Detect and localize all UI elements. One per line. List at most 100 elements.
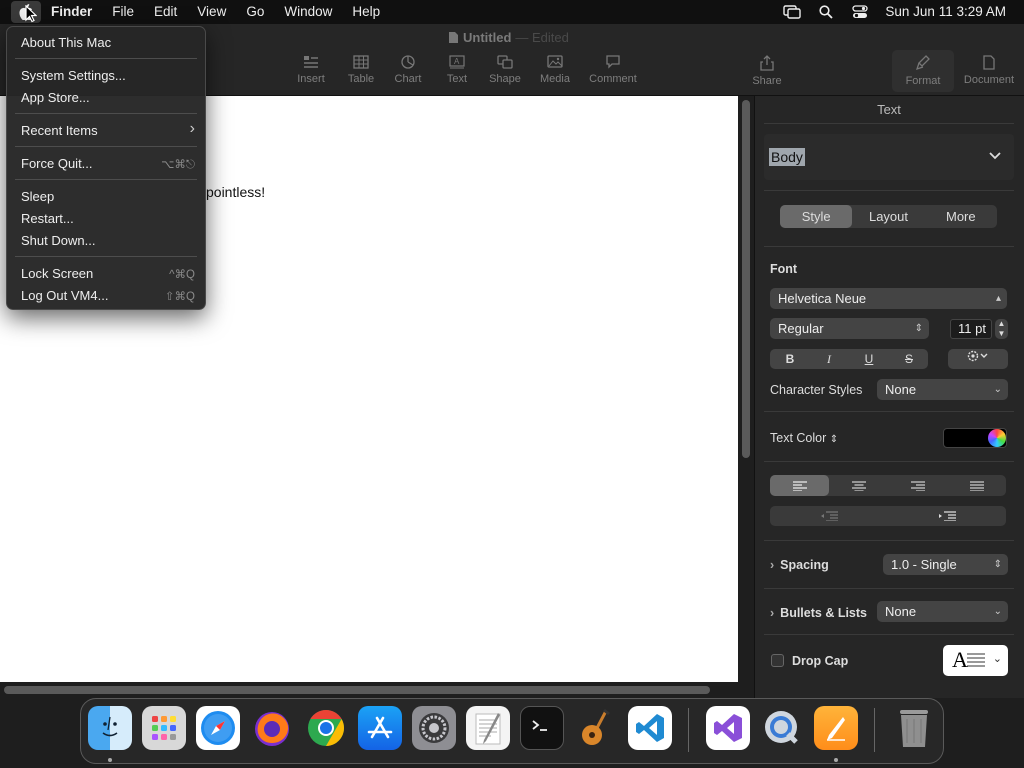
menu-edit[interactable]: Edit [144,1,187,23]
italic-button[interactable]: I [809,349,849,369]
toolbar-share-button[interactable]: Share [739,55,795,87]
menu-item-log-out[interactable]: Log Out VM4... [21,288,108,303]
increase-indent-button[interactable] [888,506,1006,526]
toolbar-format-label: Format [905,75,941,87]
tab-layout[interactable]: Layout [852,205,924,228]
drop-cap-style-popup[interactable]: A ⌄ [943,645,1008,676]
dock-launchpad-icon[interactable] [142,706,186,750]
advanced-options-button[interactable] [948,349,1008,369]
toolbar-shape-button[interactable]: Shape [477,55,533,85]
dock-garageband-icon[interactable] [574,706,618,750]
color-wheel-icon[interactable] [988,429,1006,447]
font-weight-popup[interactable]: Regular ⇕ [770,318,929,339]
justify-icon [969,480,984,491]
tab-more[interactable]: More [925,205,997,228]
dock-quicktime-icon[interactable] [760,706,804,750]
format-brush-icon [916,55,930,71]
bullets-disclosure[interactable]: › Bullets & Lists [770,606,867,620]
text-color-label-text: Text Color [770,431,827,445]
dock-vscode-icon[interactable] [628,706,672,750]
bold-button[interactable]: B [770,349,810,369]
spotlight-search-icon[interactable] [815,1,837,23]
drop-cap-checkbox[interactable] [771,654,784,667]
disclosure-arrow-icon: › [770,606,775,620]
force-quit-shortcut: ⌥⌘⎋ [161,159,195,171]
menu-item-force-quit[interactable]: Force Quit... [21,156,93,171]
inspector-title: Text [877,102,901,117]
divider [764,123,1014,124]
menu-item-lock-screen[interactable]: Lock Screen [21,266,93,281]
screen-mirroring-icon[interactable] [781,1,803,23]
spacing-disclosure[interactable]: › Spacing [770,558,829,572]
toolbar-document-button[interactable]: Document [959,55,1019,86]
menu-app-name[interactable]: Finder [41,1,102,23]
comment-icon [606,55,620,69]
toolbar-chart-label: Chart [394,73,422,85]
menubar-clock[interactable]: Sun Jun 11 3:29 AM [877,1,1024,23]
align-left-button[interactable] [770,475,829,496]
drop-cap-label: Drop Cap [792,654,849,668]
font-family-value: Helvetica Neue [778,291,867,306]
dock-system-settings-icon[interactable] [412,706,456,750]
paragraph-style-name[interactable]: Body [769,148,805,166]
toolbar-format-button[interactable]: Format [892,50,954,92]
menu-help[interactable]: Help [342,1,390,23]
menu-window[interactable]: Window [274,1,342,23]
chevron-down-icon[interactable] [988,148,1002,165]
dock-terminal-icon[interactable] [520,706,564,750]
align-right-button[interactable] [888,475,947,496]
dock-finder-icon[interactable] [88,706,132,750]
font-size-stepper[interactable]: ▲ ▼ [995,319,1008,339]
menu-item-restart[interactable]: Restart... [21,211,74,226]
spacing-value: 1.0 - Single [891,557,957,572]
menu-item-recent-items[interactable]: Recent Items [21,123,98,138]
toolbar-chart-button[interactable]: Chart [380,55,436,85]
shape-icon [497,55,513,69]
dock-pages-icon[interactable] [814,706,858,750]
dock-visual-studio-icon[interactable] [706,706,750,750]
dock-safari-icon[interactable] [196,706,240,750]
dock-textedit-icon[interactable] [466,706,510,750]
menu-go[interactable]: Go [236,1,274,23]
toolbar-comment-button[interactable]: Comment [585,55,641,85]
edited-status: — Edited [515,30,569,45]
font-size-field[interactable]: 11 pt [950,319,992,339]
menu-view[interactable]: View [187,1,236,23]
tab-style[interactable]: Style [780,205,853,228]
document-text[interactable]: pointless! [206,184,265,200]
menu-item-shut-down[interactable]: Shut Down... [21,233,95,248]
running-indicator [834,758,838,762]
decrease-indent-button[interactable] [770,506,888,526]
menu-item-app-store[interactable]: App Store... [21,90,90,105]
vertical-scrollbar[interactable] [742,100,750,458]
dock-firefox-icon[interactable] [250,706,294,750]
up-down-arrows-icon: ⇕ [914,323,923,334]
dock-separator [688,708,689,752]
underline-button[interactable]: U [849,349,889,369]
menu-item-about-this-mac[interactable]: About This Mac [21,35,111,50]
menu-separator [15,179,197,180]
text-box-icon: A [449,55,465,69]
document-name: Untitled [463,30,512,45]
control-center-icon[interactable] [849,1,871,23]
text-color-label[interactable]: Text Color ⇕ [770,431,838,445]
dock-app-store-icon[interactable] [358,706,402,750]
bullets-popup[interactable]: None ⌄ [877,601,1008,622]
menu-file[interactable]: File [102,1,144,23]
font-family-popup[interactable]: Helvetica Neue ▴ [770,288,1007,309]
toolbar-insert-button[interactable]: Insert [283,55,339,85]
justify-button[interactable] [947,475,1006,496]
horizontal-scrollbar[interactable] [4,686,710,694]
dock-chrome-icon[interactable] [304,706,348,750]
spacing-popup[interactable]: 1.0 - Single ⇕ [883,554,1008,575]
align-center-button[interactable] [829,475,888,496]
menu-item-system-settings[interactable]: System Settings... [21,68,126,83]
strikethrough-button[interactable]: S [889,349,929,369]
toolbar-table-label: Table [347,73,375,85]
dock-trash-icon[interactable] [892,706,936,750]
chevron-down-icon: ⌄ [992,653,1002,665]
character-styles-popup[interactable]: None ⌄ [877,379,1008,400]
toolbar-media-button[interactable]: Media [527,55,583,85]
menu-item-sleep[interactable]: Sleep [21,189,54,204]
insert-icon [304,56,318,68]
